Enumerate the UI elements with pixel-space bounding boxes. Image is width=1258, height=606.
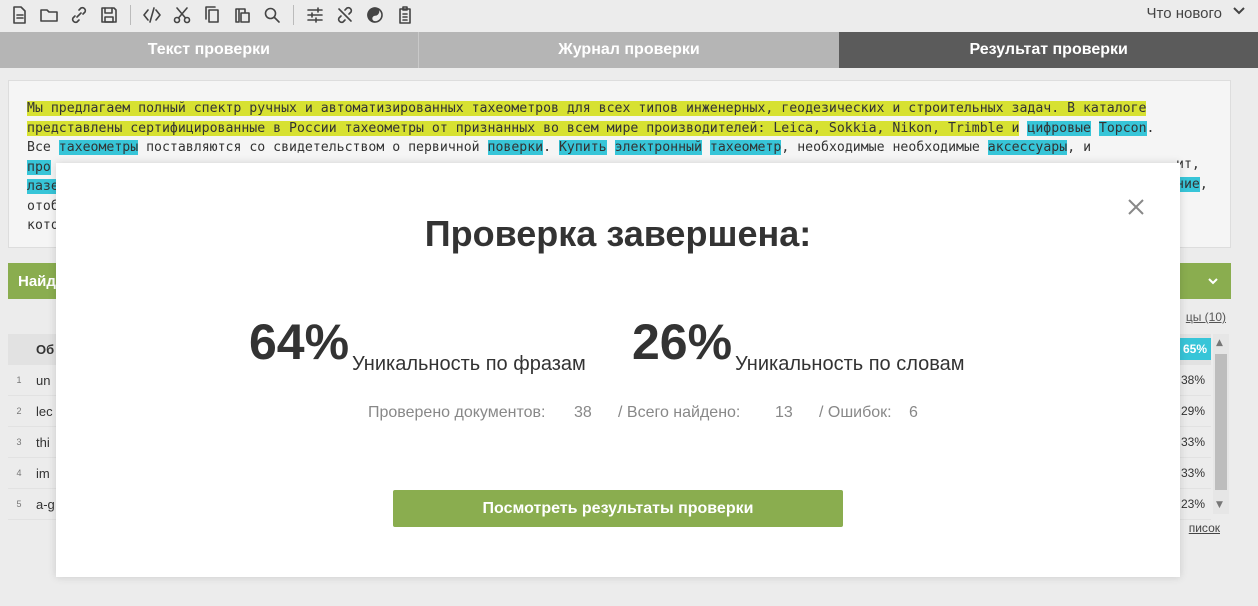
chevron-down-icon — [1207, 274, 1219, 291]
text-segment: , — [1199, 176, 1208, 192]
errors-value: 6 — [909, 404, 918, 421]
list-link[interactable]: писок — [1189, 521, 1220, 535]
row-pct: 29% — [1180, 404, 1205, 418]
paste-icon[interactable] — [227, 1, 257, 29]
text-segment: представлены сертифицированные в России … — [27, 120, 1020, 136]
text-segment: тахеометры — [58, 140, 139, 155]
row-number: 5 — [16, 499, 22, 509]
whats-new-label: Что нового — [1146, 4, 1222, 22]
view-results-button[interactable]: Посмотреть результаты проверки — [393, 490, 843, 527]
text-segment: аксессуары — [987, 140, 1068, 155]
row-number: 2 — [16, 406, 22, 416]
phrase-uniqueness-label: Уникальность по фразам — [352, 353, 586, 375]
text-segment: цифровые — [1027, 120, 1091, 136]
yin-yang-icon[interactable] — [360, 1, 390, 29]
whats-new-menu[interactable]: Что нового — [1147, 4, 1246, 22]
scroll-thumb[interactable] — [1215, 354, 1227, 490]
row-number: 1 — [16, 375, 22, 385]
row-pct: 23% — [1180, 497, 1205, 511]
tab-check-text[interactable]: Текст проверки — [0, 32, 419, 68]
total-found-label: / Всего найдено: — [618, 404, 741, 421]
text-segment: поставляются со свидетельством о первичн… — [138, 140, 488, 155]
new-document-icon[interactable] — [4, 1, 34, 29]
tab-check-log[interactable]: Журнал проверки — [418, 32, 840, 68]
table-scrollbar[interactable]: ▲ ▼ — [1213, 334, 1229, 514]
docs-checked-label: Проверено документов: — [368, 404, 546, 421]
toolbar-divider — [293, 5, 294, 25]
code-icon[interactable] — [137, 1, 167, 29]
row-pct: 33% — [1180, 435, 1205, 449]
unlink-icon[interactable] — [330, 1, 360, 29]
row-pct: 38% — [1180, 373, 1205, 387]
row-number: 3 — [16, 437, 22, 447]
text-segment — [1091, 121, 1099, 136]
text-segment — [607, 140, 615, 155]
text-segment: поверки — [487, 140, 544, 155]
errors-label: / Ошибок: — [819, 404, 892, 421]
link-icon[interactable] — [64, 1, 94, 29]
clipboard-icon[interactable] — [390, 1, 420, 29]
table-header-pct: 65% — [1178, 338, 1211, 360]
word-uniqueness-label: Уникальность по словам — [735, 353, 965, 375]
cut-icon[interactable] — [167, 1, 197, 29]
toolbar-divider — [130, 5, 131, 25]
toolbar: Что нового — [0, 0, 1258, 30]
tab-check-result[interactable]: Результат проверки — [839, 32, 1258, 68]
open-folder-icon[interactable] — [34, 1, 64, 29]
row-pct: 33% — [1180, 466, 1205, 480]
text-segment: отоб — [27, 198, 59, 214]
text-segment: лазе — [27, 179, 59, 194]
text-segment: . — [1146, 120, 1155, 136]
search-icon[interactable] — [257, 1, 287, 29]
found-sources-label: Найд — [18, 272, 56, 290]
tabs: Текст проверки Журнал проверки Результат… — [0, 32, 1258, 68]
text-segment: Все — [27, 140, 59, 155]
docs-checked-value: 38 — [574, 404, 592, 421]
settings-list-icon[interactable] — [300, 1, 330, 29]
save-icon[interactable] — [94, 1, 124, 29]
copy-icon[interactable] — [197, 1, 227, 29]
text-segment: Купить — [558, 140, 607, 155]
text-segment: . — [543, 140, 559, 155]
row-number: 4 — [16, 468, 22, 478]
modal-title: Проверка завершена: — [424, 213, 812, 254]
text-segment: электронный — [614, 140, 702, 155]
phrase-uniqueness-value: 64% — [249, 314, 350, 370]
text-segment: про — [27, 159, 51, 175]
text-segment: Мы предлагаем полный спектр ручных и авт… — [27, 101, 1147, 116]
word-uniqueness-value: 26% — [632, 314, 733, 370]
sources-count-link[interactable]: цы (10) — [1186, 310, 1226, 324]
text-segment: кото — [27, 218, 59, 233]
check-complete-modal: Проверка завершена: 64% Уникальность по … — [56, 163, 1180, 577]
scroll-up-icon[interactable]: ▲ — [1216, 338, 1223, 348]
text-segment: , необходимые необходимые — [781, 140, 988, 155]
text-segment: , и — [1067, 140, 1092, 155]
text-right-fragment: ит, ние, — [1176, 155, 1208, 194]
total-found-value: 13 — [775, 404, 793, 421]
scroll-down-icon[interactable]: ▼ — [1216, 500, 1223, 510]
text-segment: Topcon — [1098, 120, 1147, 136]
chevron-down-icon — [1232, 4, 1246, 22]
text-segment — [702, 140, 710, 155]
text-segment: тахеометр — [709, 140, 782, 155]
